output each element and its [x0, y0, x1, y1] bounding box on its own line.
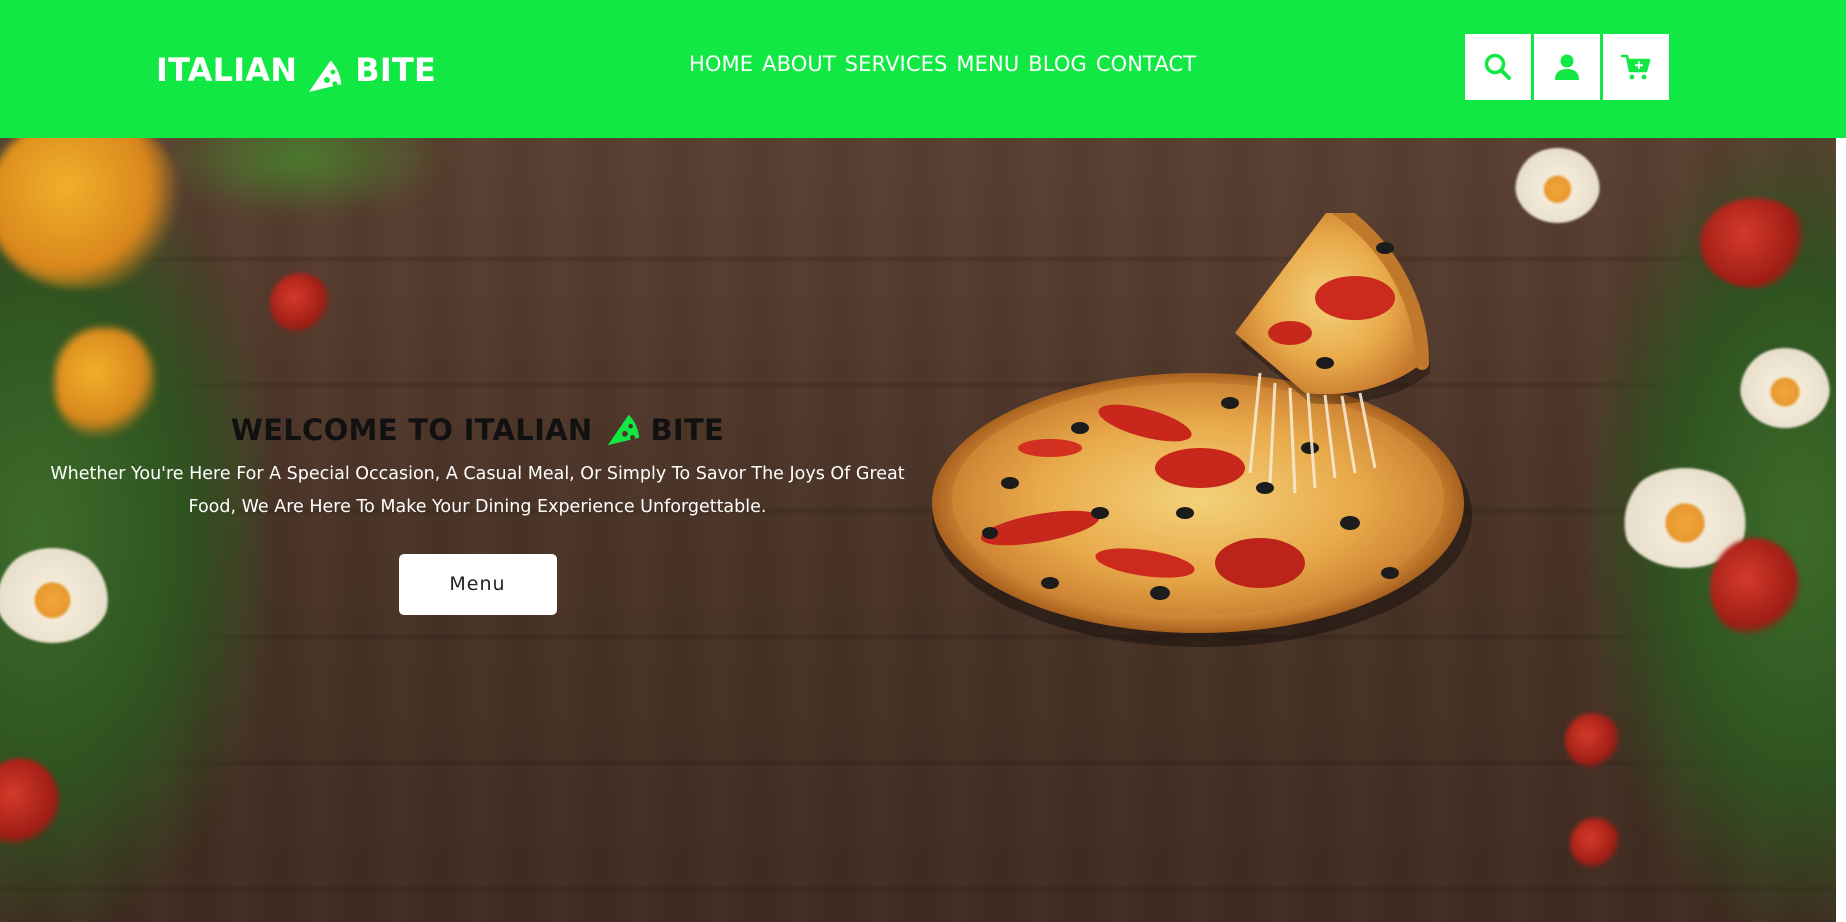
pizza-slice-icon — [608, 414, 640, 446]
nav-about[interactable]: ABOUT — [762, 52, 836, 76]
hero-description: Whether You're Here For A Special Occasi… — [50, 464, 905, 517]
main-nav: HOME ABOUT SERVICES MENU BLOG CONTACT — [689, 52, 1196, 76]
pizza-slice-icon — [309, 59, 344, 92]
nav-services[interactable]: SERVICES — [845, 52, 948, 76]
hero-title-left: WELCOME TO ITALIAN — [230, 413, 593, 447]
hero-section: WELCOME TO ITALIAN BITE Whether You're H… — [0, 138, 1836, 922]
cart-add-icon — [1620, 54, 1651, 80]
background-tomato — [1700, 198, 1810, 288]
brand-name-left: ITALIAN — [156, 51, 298, 89]
background-egg — [1740, 348, 1830, 428]
header-icon-buttons — [1465, 34, 1669, 100]
brand-logo[interactable]: ITALIAN BITE — [156, 46, 436, 94]
brand-name-right: BITE — [355, 51, 437, 89]
background-pepper — [0, 138, 180, 288]
nav-contact[interactable]: CONTACT — [1096, 52, 1196, 76]
pizza-image — [932, 213, 1472, 647]
hero-title: WELCOME TO ITALIAN BITE — [231, 408, 724, 452]
nav-blog[interactable]: BLOG — [1028, 52, 1087, 76]
background-tomato — [1565, 713, 1620, 768]
search-button[interactable] — [1465, 34, 1531, 100]
hero-content: WELCOME TO ITALIAN BITE Whether You're H… — [30, 408, 925, 615]
background-egg — [1515, 148, 1600, 223]
background-tomato — [1570, 818, 1620, 868]
search-icon — [1484, 53, 1511, 80]
cart-button[interactable] — [1603, 34, 1669, 100]
hero-title-right: BITE — [650, 413, 725, 447]
nav-home[interactable]: HOME — [689, 52, 753, 76]
user-icon — [1555, 54, 1579, 80]
background-greens-top — [150, 138, 450, 218]
page-edge-strip — [1836, 108, 1846, 922]
background-tomato — [270, 273, 330, 333]
site-header: ITALIAN BITE HOME ABOUT SERVICES MENU BL… — [0, 0, 1846, 138]
background-tomato — [1710, 538, 1800, 638]
menu-button[interactable]: Menu — [398, 554, 557, 615]
nav-menu[interactable]: MENU — [956, 52, 1019, 76]
account-button[interactable] — [1534, 34, 1600, 100]
